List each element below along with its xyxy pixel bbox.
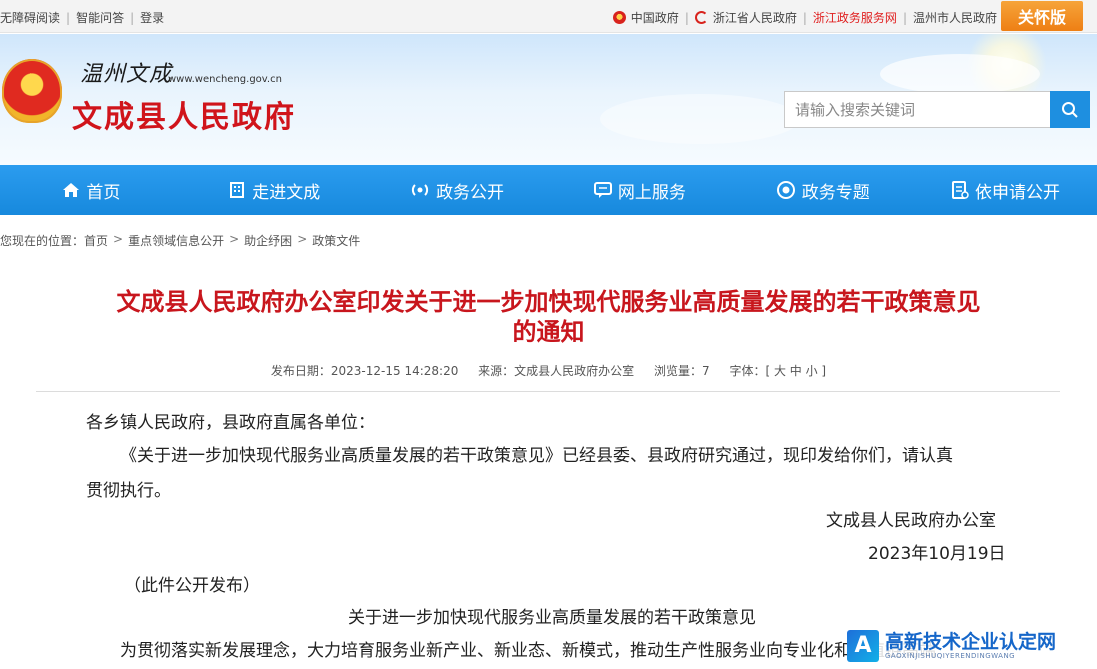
search-button[interactable] xyxy=(1050,91,1090,128)
smart-qa-link[interactable]: 智能问答 xyxy=(76,9,124,26)
breadcrumb-separator: > xyxy=(229,232,240,246)
separator: | xyxy=(66,10,71,25)
breadcrumb-policy-docs[interactable]: 政策文件 xyxy=(312,232,360,249)
article-source: 来源：文成县人民政府办公室 xyxy=(478,364,635,378)
accessibility-link[interactable]: 无障碍阅读 xyxy=(0,9,60,26)
home-icon xyxy=(63,183,80,197)
nav-label: 走进文成 xyxy=(252,182,321,203)
main-navigation: 首页 走进文成 政务公开 网上服务 政务专题 依申请公开 xyxy=(0,165,1097,215)
zhejiang-gov-label: 浙江省人民政府 xyxy=(712,11,797,25)
breadcrumb: 您现在的位置： 首页 > 重点领域信息公开 > 助企纾困 > 政策文件 xyxy=(0,232,360,249)
nav-label: 首页 xyxy=(86,182,121,203)
article-title-line2: 的通知 xyxy=(512,318,585,346)
breadcrumb-separator: > xyxy=(297,232,308,246)
watermark-subtitle: GAOXINJISHUQIYERENDINGWANG xyxy=(885,651,1016,660)
cloud-decoration xyxy=(880,54,1040,94)
eye-icon xyxy=(776,181,795,199)
separator: | xyxy=(902,10,907,25)
nav-apply-disclosure[interactable]: 依申请公开 xyxy=(914,165,1097,215)
view-count: 浏览量：7 xyxy=(654,364,710,378)
separator: | xyxy=(802,10,807,25)
title-divider xyxy=(36,391,1060,392)
document-icon xyxy=(952,181,969,199)
nav-online-service[interactable]: 网上服务 xyxy=(548,165,731,215)
care-mode-button[interactable]: 关怀版 xyxy=(1001,1,1083,31)
font-size-switch[interactable]: 字体：[ 大 中 小 ] xyxy=(729,364,826,378)
document-subtitle: 关于进一步加快现代服务业高质量发展的若干政策意见 xyxy=(348,608,756,628)
search-input[interactable] xyxy=(784,91,1050,128)
body-paragraph-1-line1: 《关于进一步加快现代服务业高质量发展的若干政策意见》已经县委、县政府研究通过，现… xyxy=(120,446,953,466)
site-title[interactable]: 文成县人民政府 xyxy=(72,92,296,136)
china-gov-link[interactable]: 中国政府 xyxy=(612,9,679,26)
breadcrumb-key-areas[interactable]: 重点领域信息公开 xyxy=(128,232,224,249)
zhejiang-logo-icon xyxy=(694,11,708,24)
breadcrumb-separator: > xyxy=(113,232,124,246)
chat-icon xyxy=(593,182,612,198)
document-date: 2023年10月19日 xyxy=(868,544,1006,564)
watermark-title: 高新技术企业认定网 xyxy=(885,630,1057,653)
star-icon: ★ xyxy=(24,71,37,87)
utility-links: 无障碍阅读 | 智能问答 | 登录 xyxy=(0,9,164,26)
publish-date: 发布日期：2023-12-15 14:28:20 xyxy=(270,364,459,378)
separator: | xyxy=(130,10,135,25)
nav-about-wencheng[interactable]: 走进文成 xyxy=(183,165,366,215)
nav-label: 网上服务 xyxy=(617,182,686,203)
salutation: 各乡镇人民政府，县政府直属各单位： xyxy=(86,413,375,433)
breadcrumb-enterprise-relief[interactable]: 助企纾困 xyxy=(244,232,292,249)
wenzhou-gov-link[interactable]: 温州市人民政府 xyxy=(913,9,997,26)
cloud-decoration xyxy=(600,94,800,144)
search-icon xyxy=(1062,101,1078,118)
search-box xyxy=(784,91,1090,128)
separator: | xyxy=(684,10,689,25)
article-meta: 发布日期：2023-12-15 14:28:20 来源：文成县人民政府办公室 浏… xyxy=(0,362,1097,379)
nav-home[interactable]: 首页 xyxy=(0,165,183,215)
publish-note: （此件公开发布） xyxy=(124,576,260,596)
article-title: 文成县人民政府办公室印发关于进一步加快现代服务业高质量发展的若干政策意见 的通知 xyxy=(30,287,1067,347)
zhejiang-gov-link[interactable]: 浙江省人民政府 xyxy=(694,9,797,26)
china-gov-label: 中国政府 xyxy=(630,11,679,25)
watermark-logo-icon: A xyxy=(847,629,879,662)
breadcrumb-prefix: 您现在的位置： xyxy=(0,234,85,248)
body-paragraph-1-line2: 贯彻执行。 xyxy=(86,481,171,501)
breadcrumb-home[interactable]: 首页 xyxy=(84,232,108,249)
body-paragraph-2: 为贯彻落实新发展理念，大力培育服务业新产业、新业态、新模式，推动生产性服务业向专… xyxy=(120,641,936,661)
national-emblem-logo[interactable]: ★ xyxy=(2,59,62,123)
calligraphy-logo: 温州文成 xyxy=(80,62,173,87)
zhejiang-service-link[interactable]: 浙江政务服务网 xyxy=(813,9,897,26)
signature: 文成县人民政府办公室 xyxy=(826,511,996,531)
nav-label: 政务公开 xyxy=(436,182,505,203)
nav-label: 政务专题 xyxy=(801,182,870,203)
broadcast-icon xyxy=(411,184,429,196)
site-watermark: A 高新技术企业认定网 GAOXINJISHUQIYERENDINGWANG xyxy=(847,622,1097,669)
national-emblem-icon xyxy=(612,11,626,24)
site-url: www.wencheng.gov.cn xyxy=(168,74,282,85)
nav-special-topics[interactable]: 政务专题 xyxy=(731,165,914,215)
government-links: 中国政府 | 浙江省人民政府 | 浙江政务服务网 | 温州市人民政府 xyxy=(612,9,997,26)
article-title-line1: 文成县人民政府办公室印发关于进一步加快现代服务业高质量发展的若干政策意见 xyxy=(116,288,981,316)
site-header: ★ 温州文成 www.wencheng.gov.cn 文成县人民政府 xyxy=(0,34,1097,165)
nav-gov-affairs[interactable]: 政务公开 xyxy=(366,165,549,215)
top-utility-bar: 无障碍阅读 | 智能问答 | 登录 中国政府 | 浙江省人民政府 | 浙江政务服… xyxy=(0,0,1097,33)
nav-label: 依申请公开 xyxy=(975,182,1061,203)
login-link[interactable]: 登录 xyxy=(140,9,164,26)
building-icon xyxy=(230,182,245,198)
